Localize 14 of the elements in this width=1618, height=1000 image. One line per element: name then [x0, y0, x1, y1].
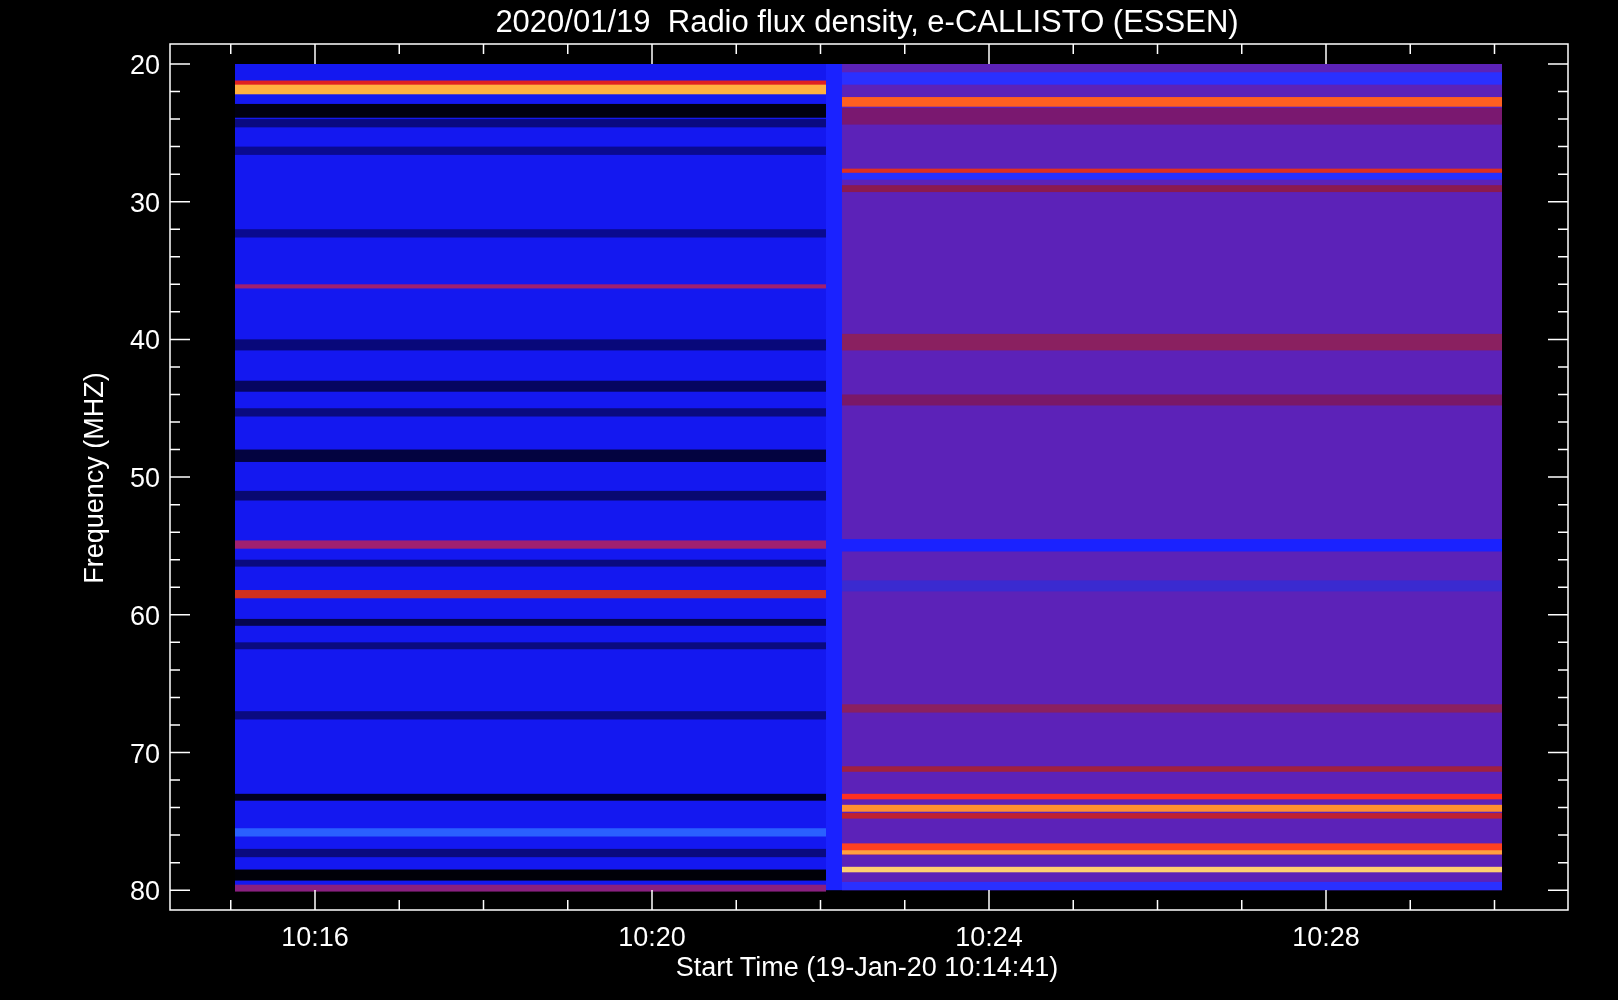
y-tick-label: 20 [129, 50, 160, 80]
x-tick-label: 10:28 [1292, 922, 1360, 952]
x-tick-label: 10:20 [618, 922, 686, 952]
x-tick-label: 10:16 [281, 922, 349, 952]
y-tick-label: 60 [129, 600, 160, 631]
y-tick-label: 40 [129, 325, 160, 356]
x-tick-label: 10:24 [955, 922, 1023, 952]
x-axis-label: Start Time (19-Jan-20 10:14:41) [675, 952, 1059, 982]
y-tick-label: 80 [129, 876, 160, 907]
y-tick-label: 70 [129, 738, 160, 769]
y-tick-label: 50 [129, 463, 160, 494]
y-axis-label: Frequency (MHZ) [79, 372, 109, 584]
y-tick-label: 30 [129, 187, 160, 218]
chart-title: 2020/01/19 Radio flux density, e-CALLISTO (ESSEN) [495, 4, 1239, 39]
